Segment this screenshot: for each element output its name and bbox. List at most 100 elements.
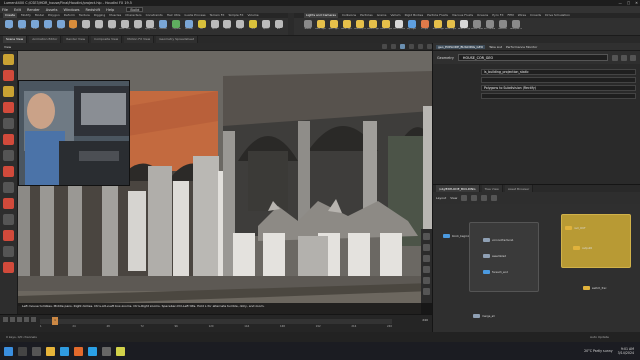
select-tool-icon[interactable] [3,54,14,65]
tab-take-list[interactable]: Take List [489,45,502,49]
measure-tool-icon[interactable] [3,246,14,257]
end-frame[interactable]: 240 [422,318,428,322]
shelf-tool[interactable]: Torus [42,20,53,33]
menu-file[interactable]: File [2,8,8,12]
camera-tool-icon[interactable] [3,230,14,241]
param-value[interactable] [481,77,636,83]
shelf-tool[interactable]: Grid [55,20,66,33]
handle-tool-icon[interactable] [3,118,14,129]
file-explorer-icon[interactable] [46,346,55,356]
tab-asset-browser[interactable]: Asset Browser [504,185,534,192]
shelf-tool[interactable]: Spray Paint [145,20,156,33]
palette-icon[interactable] [481,195,488,201]
wrench-icon[interactable] [461,195,468,201]
help-icon[interactable] [621,54,627,61]
shelf-tool[interactable]: Sphere [17,20,28,33]
notes-icon[interactable] [116,346,125,356]
shelf-tool[interactable]: Camera [302,20,313,33]
shelf-tool[interactable]: Distant Light [380,20,392,33]
menu-windows[interactable]: Windows [63,8,79,12]
network-node[interactable]: null_OUT [565,226,586,230]
search-icon[interactable] [18,346,27,356]
shelf-tool[interactable]: Draw Curve [119,20,131,33]
shelf-tool[interactable]: Environment Light [393,20,405,33]
display-toggle-icon[interactable] [423,233,430,240]
lighting-icon[interactable] [409,44,414,49]
pane-tab[interactable]: Render View [63,36,90,43]
shelf-tool[interactable]: Volume Light [367,20,379,33]
pose-tool-icon[interactable] [3,134,14,145]
obs-icon[interactable] [102,346,111,356]
clock[interactable]: 9:01 AM 3/14/2024 [618,347,634,355]
shelf-tool[interactable]: Path [132,20,143,33]
shelf-tool[interactable]: File [196,20,207,33]
network-node[interactable]: block_begin1 [443,234,469,238]
current-frame[interactable]: 1 [52,317,58,325]
shelf-tool[interactable]: Null [68,20,79,33]
tab-tree-view[interactable]: Tree View [481,185,503,192]
end-icon[interactable] [31,317,36,322]
view-menu[interactable]: View [450,196,457,200]
shelf-tool[interactable]: Platonic [158,20,169,33]
timeline-track[interactable] [40,319,392,324]
menu-assets[interactable]: Assets [46,8,58,12]
shelf-tool[interactable]: Area Light [341,20,352,33]
shelf-tool[interactable]: Geometry Light [354,20,366,33]
shelf-tool[interactable]: Gamepad Camera [510,20,522,33]
normals-icon[interactable] [423,255,430,262]
shelf-tool[interactable]: Metaball [184,20,195,33]
rotate-tool-icon[interactable] [3,86,14,97]
template-icon[interactable] [423,277,430,284]
grid-icon[interactable] [3,182,14,193]
stop-icon[interactable] [10,317,15,322]
photoshop-icon[interactable] [88,346,97,356]
shelf-tool[interactable]: Sprite [260,20,271,33]
houdini-icon[interactable] [74,346,83,356]
view-tool-icon[interactable] [3,150,14,161]
view-layout-icon[interactable] [418,44,423,49]
shelf-tool[interactable]: Sky Light [406,20,417,33]
node-name-field[interactable]: HOUSE_COR_GEO [457,54,608,61]
shelf-tool[interactable]: Ark [273,20,284,33]
tab-perf-monitor[interactable]: Performance Monitor [506,45,537,49]
timeline[interactable]: 1 1 24 48 72 96 120 144 168 192 216 240 240 [0,314,432,332]
points-icon[interactable] [423,266,430,273]
pane-tab[interactable]: Scene View [3,36,28,43]
scale-tool-icon[interactable] [3,102,14,113]
network-node[interactable]: foreach_end [483,270,508,274]
magnet-icon[interactable] [3,198,14,209]
layout-menu[interactable]: Layout [436,196,446,200]
shelf-tool[interactable]: Caustic Light [432,20,444,33]
pane-tab[interactable]: Composite View [91,36,123,43]
shelf-tool[interactable]: Stereo Camera [471,20,483,33]
shading-mode-icon[interactable] [400,44,405,49]
shelf-tool[interactable]: Box [4,20,15,33]
browser-icon[interactable] [60,346,69,356]
menu-render[interactable]: Render [27,8,40,12]
grid-view-icon[interactable] [471,195,478,201]
move-tool-icon[interactable] [3,70,14,81]
play-icon[interactable] [17,317,22,322]
param-value[interactable]: ls_building_projection_static [481,69,636,75]
pane-tab[interactable]: Motion FX View [124,36,155,43]
shelf-tool[interactable]: Tube [30,20,41,33]
shelf-tool[interactable]: Ambient Light [458,20,470,33]
info-icon[interactable] [630,54,636,61]
weather-text[interactable]: 20°C Partly sunny [584,349,613,353]
network-node[interactable]: voronoifracture1 [483,238,514,242]
menu-redshift[interactable]: Redshift [86,8,101,12]
shelf-tool[interactable]: Helix [222,20,233,33]
param-value[interactable] [481,93,636,99]
wireframe-icon[interactable] [423,244,430,251]
backface-icon[interactable] [423,288,430,295]
shelf-tool[interactable]: Curve [106,20,117,33]
shelf-tool[interactable]: Spot Light [328,20,339,33]
network-node[interactable]: assemble2 [483,254,506,258]
task-view-icon[interactable] [32,346,41,356]
menu-help[interactable]: Help [106,8,114,12]
shelf-tool[interactable]: L-System [171,20,182,33]
shelf-tool[interactable]: Spiral [209,20,220,33]
shelf-tool[interactable]: GI Light [419,20,430,33]
network-editor[interactable]: block_begin1 voronoifracture1 assemble2 … [433,204,640,332]
tab-params[interactable]: geo_EXPLODE_BUILDING_GEO [436,44,486,49]
